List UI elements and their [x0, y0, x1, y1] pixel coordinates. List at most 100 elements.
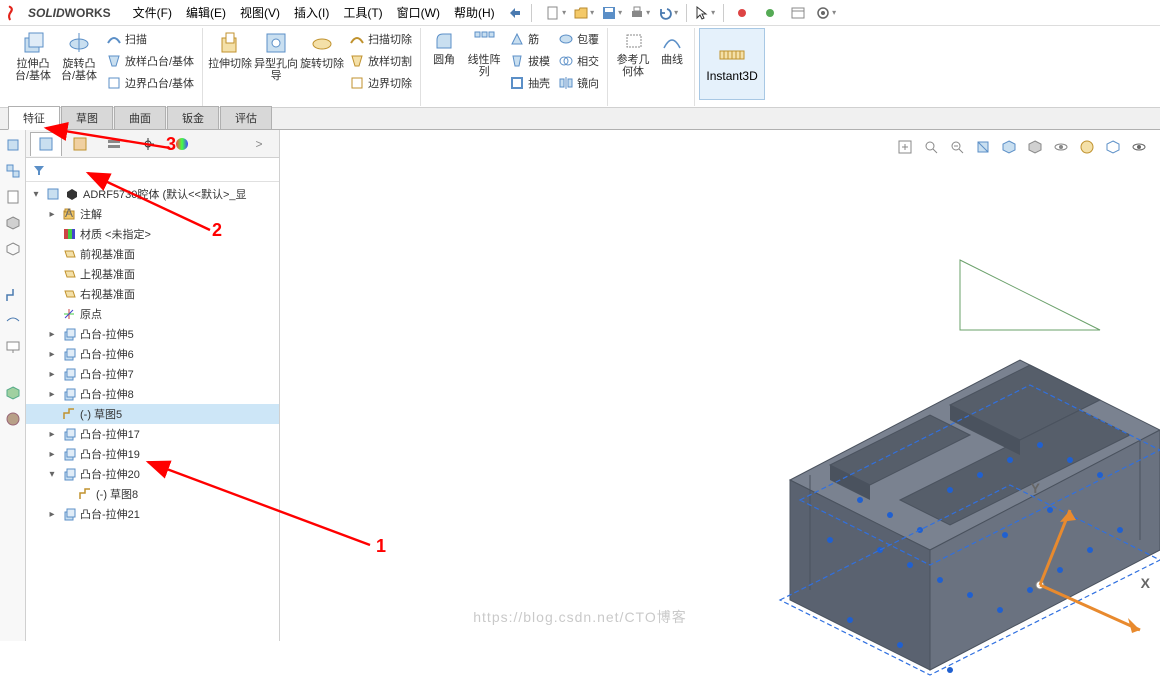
menu-window[interactable]: 窗口(W): [391, 1, 446, 24]
rebuild-button[interactable]: [730, 2, 754, 24]
tab-features[interactable]: 特征: [8, 106, 60, 130]
tree-item[interactable]: 上视基准面: [26, 264, 279, 284]
tree-item-label: 凸台-拉伸8: [80, 386, 134, 402]
tree-root[interactable]: ▾ ADRF5730腔体 (默认<<默认>_显: [26, 184, 279, 204]
tree-item[interactable]: 前视基准面: [26, 244, 279, 264]
filter-icon[interactable]: [32, 163, 46, 177]
tree-tab-dimexpert[interactable]: [132, 132, 164, 156]
shell-button[interactable]: 抽壳: [505, 72, 554, 94]
side-drawing-icon[interactable]: [4, 188, 22, 206]
side-render-icon[interactable]: [4, 384, 22, 402]
revolve-cut-button[interactable]: 旋转切除: [299, 28, 345, 98]
side-part-icon[interactable]: [4, 136, 22, 154]
hide-show-icon[interactable]: [1050, 136, 1072, 158]
tree-item[interactable]: 右视基准面: [26, 284, 279, 304]
tree-item-label: (-) 草图8: [96, 486, 138, 502]
side-folder-icon[interactable]: [4, 240, 22, 258]
tree-item-label: 注解: [80, 206, 102, 222]
previous-view-icon[interactable]: [946, 136, 968, 158]
instant3d-button[interactable]: Instant3D: [699, 28, 765, 100]
zoom-area-icon[interactable]: [920, 136, 942, 158]
wrap-button[interactable]: 包覆: [554, 28, 603, 50]
tree-item-label: (-) 草图5: [80, 406, 122, 422]
side-dimension-icon[interactable]: [4, 312, 22, 330]
open-file-button[interactable]: ▾: [572, 2, 596, 24]
menu-tools[interactable]: 工具(T): [337, 1, 388, 24]
tab-evaluate[interactable]: 评估: [220, 106, 272, 129]
tab-surface[interactable]: 曲面: [114, 106, 166, 129]
print-button[interactable]: ▾: [628, 2, 652, 24]
menu-edit[interactable]: 编辑(E): [180, 1, 232, 24]
linear-pattern-button[interactable]: 线性阵列: [463, 28, 505, 98]
fillet-button[interactable]: 圆角: [425, 28, 463, 98]
options-button[interactable]: [786, 2, 810, 24]
side-display-icon[interactable]: [4, 338, 22, 356]
rib-button[interactable]: 筋: [505, 28, 554, 50]
side-cube-icon[interactable]: [4, 214, 22, 232]
ribbon-tabs: 特征 草图 曲面 钣金 评估: [0, 108, 1160, 130]
intersect-button[interactable]: 相交: [554, 50, 603, 72]
select-button[interactable]: ▾: [693, 2, 717, 24]
curves-button[interactable]: 曲线: [654, 28, 690, 98]
tree-item[interactable]: ▾凸台-拉伸20: [26, 464, 279, 484]
tree-item[interactable]: (-) 草图5: [26, 404, 279, 424]
tree-item[interactable]: ▸凸台-拉伸7: [26, 364, 279, 384]
tree-tabs: >: [26, 130, 279, 158]
view-settings-icon[interactable]: [1128, 136, 1150, 158]
menu-help[interactable]: 帮助(H): [448, 1, 501, 24]
sweep-button[interactable]: 扫描: [102, 28, 198, 50]
tree-item[interactable]: ▸凸台-拉伸17: [26, 424, 279, 444]
extrude-cut-button[interactable]: 拉伸切除: [207, 28, 253, 98]
view-orientation-icon[interactable]: [998, 136, 1020, 158]
edit-appearance-icon[interactable]: [1076, 136, 1098, 158]
tree-root-label: ADRF5730腔体 (默认<<默认>_显: [83, 186, 247, 202]
side-appearance-icon[interactable]: [4, 410, 22, 428]
feature-tree: ▾ ADRF5730腔体 (默认<<默认>_显 ▸A注解材质 <未指定> 前视基准…: [26, 182, 279, 641]
extrude-boss-button[interactable]: 拉伸凸台/基体: [10, 28, 56, 98]
tree-tab-config[interactable]: [98, 132, 130, 156]
settings-button[interactable]: ▾: [814, 2, 838, 24]
tree-tab-expand[interactable]: >: [243, 132, 275, 156]
revolve-boss-button[interactable]: 旋转凸台/基体: [56, 28, 102, 98]
graphics-viewport[interactable]: X Y: [280, 130, 1160, 641]
tab-sketch[interactable]: 草图: [61, 106, 113, 129]
tree-item[interactable]: ▸凸台-拉伸5: [26, 324, 279, 344]
boundary-boss-button[interactable]: 边界凸台/基体: [102, 72, 198, 94]
lofted-cut-button[interactable]: 放样切割: [345, 50, 416, 72]
new-file-button[interactable]: ▾: [544, 2, 568, 24]
save-button[interactable]: ▾: [600, 2, 624, 24]
section-view-icon[interactable]: [972, 136, 994, 158]
display-style-icon[interactable]: [1024, 136, 1046, 158]
tree-item[interactable]: 材质 <未指定>: [26, 224, 279, 244]
menu-view[interactable]: 视图(V): [234, 1, 286, 24]
apply-scene-icon[interactable]: [1102, 136, 1124, 158]
hole-wizard-button[interactable]: 异型孔向导: [253, 28, 299, 98]
draft-button[interactable]: 拔模: [505, 50, 554, 72]
tree-item[interactable]: ▸凸台-拉伸8: [26, 384, 279, 404]
rebuild-all-button[interactable]: [758, 2, 782, 24]
tree-item[interactable]: ▸凸台-拉伸21: [26, 504, 279, 524]
tab-sheetmetal[interactable]: 钣金: [167, 106, 219, 129]
undo-button[interactable]: ▾: [656, 2, 680, 24]
tree-item[interactable]: ▸凸台-拉伸19: [26, 444, 279, 464]
tree-item[interactable]: ▸凸台-拉伸6: [26, 344, 279, 364]
tree-item[interactable]: ▸A注解: [26, 204, 279, 224]
loft-boss-button[interactable]: 放样凸台/基体: [102, 50, 198, 72]
mirror-button[interactable]: 镜向: [554, 72, 603, 94]
tree-tab-feature[interactable]: [30, 132, 62, 156]
tree-item[interactable]: (-) 草图8: [26, 484, 279, 504]
swept-cut-button[interactable]: 扫描切除: [345, 28, 416, 50]
side-assembly-icon[interactable]: [4, 162, 22, 180]
menu-file[interactable]: 文件(F): [127, 1, 178, 24]
tree-item-label: 凸台-拉伸5: [80, 326, 134, 342]
tree-item-label: 凸台-拉伸7: [80, 366, 134, 382]
tree-item-label: 材质 <未指定>: [80, 226, 151, 242]
ref-geometry-button[interactable]: 参考几何体: [612, 28, 654, 98]
boundary-cut-button[interactable]: 边界切除: [345, 72, 416, 94]
zoom-fit-icon[interactable]: [894, 136, 916, 158]
menu-insert[interactable]: 插入(I): [288, 1, 335, 24]
tree-tab-property[interactable]: [64, 132, 96, 156]
search-icon[interactable]: [503, 2, 527, 24]
side-sketch-icon[interactable]: [4, 286, 22, 304]
tree-item[interactable]: 原点: [26, 304, 279, 324]
